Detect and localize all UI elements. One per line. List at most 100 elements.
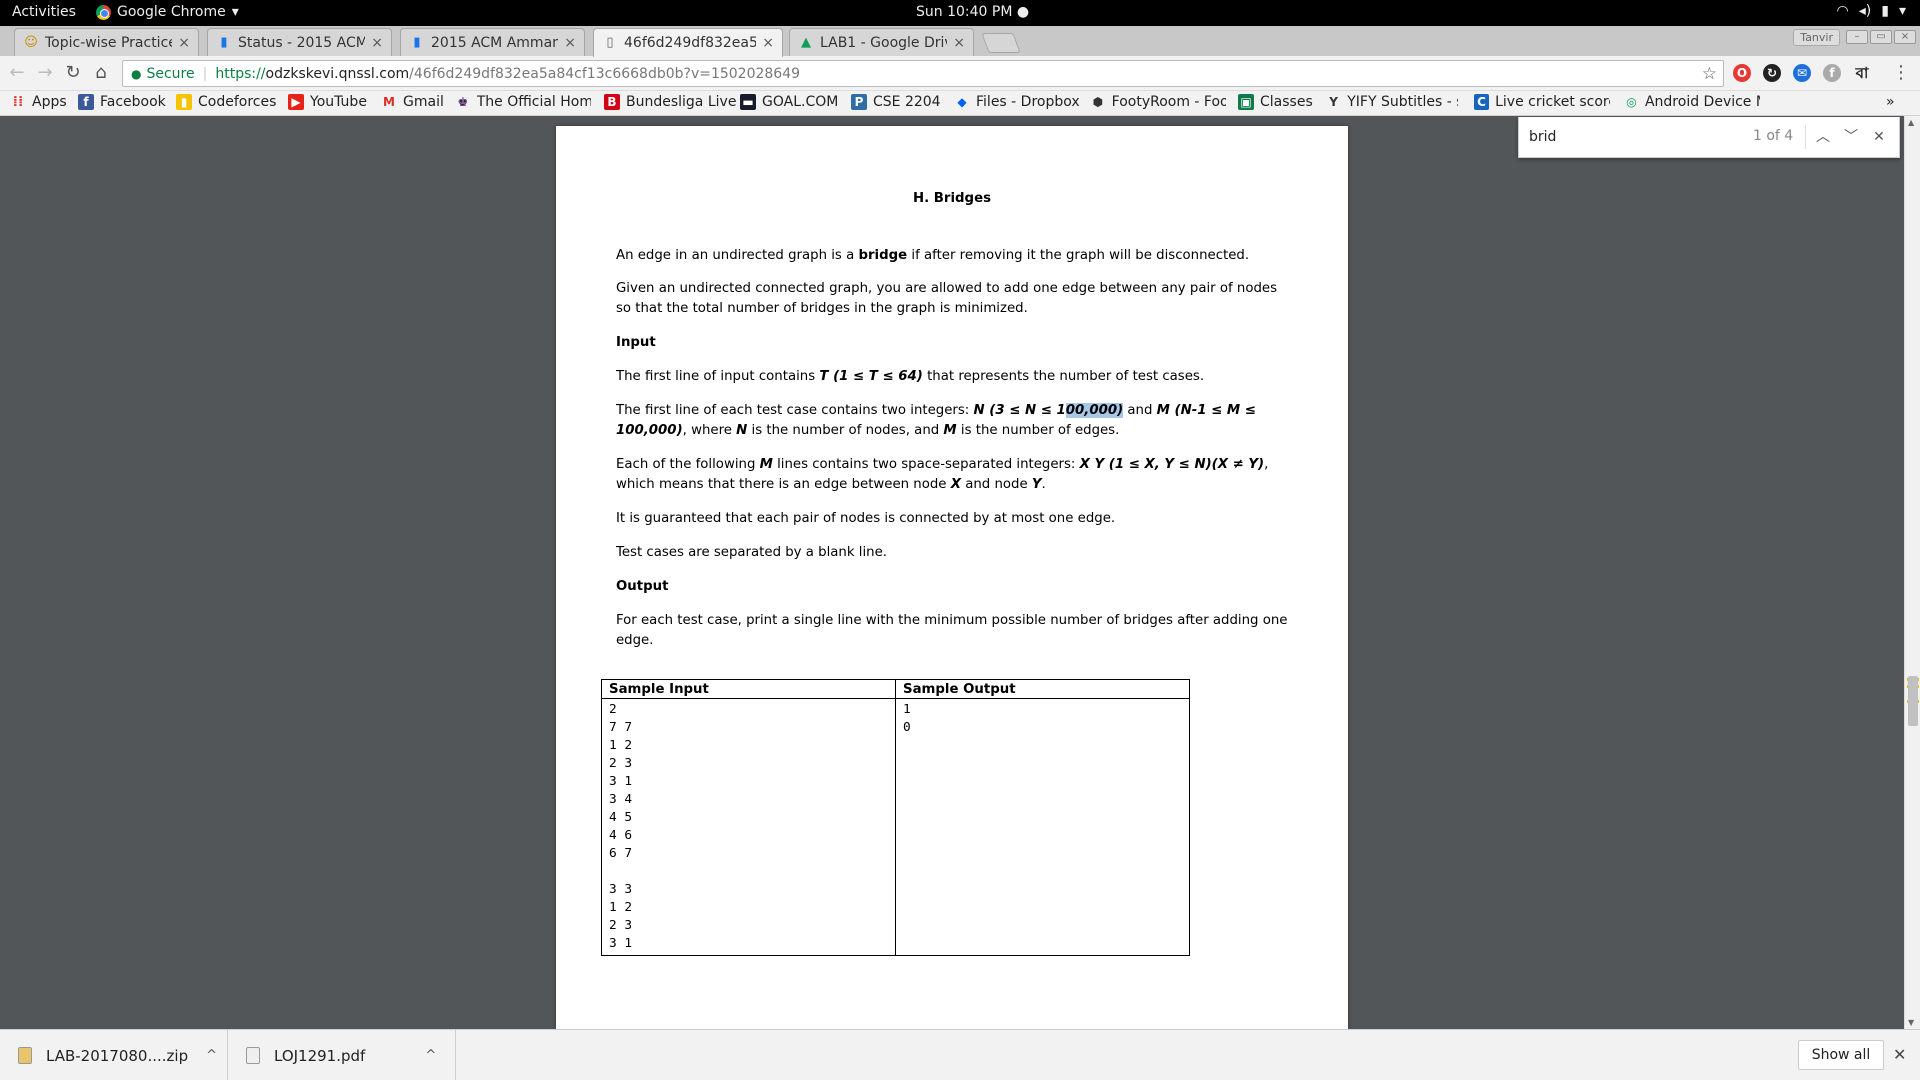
bookmark-android-device[interactable]: ◎ Android Device M: [1624, 94, 1760, 110]
chevron-up-icon[interactable]: ^: [206, 1048, 217, 1063]
download-item-zip[interactable]: LAB-2017080....zip ^: [0, 1030, 228, 1080]
chart-favicon-icon: ▮: [413, 34, 421, 50]
pdf-viewer[interactable]: H. Bridges An edge in an undirected grap…: [0, 116, 1904, 1029]
bookmark-label: CSE 2204: [873, 94, 941, 110]
problem-title: H. Bridges: [912, 191, 992, 206]
bookmark-label: FootyRoom - Foo: [1111, 94, 1226, 110]
download-filename: LOJ1291.pdf: [274, 1046, 366, 1065]
reload-icon[interactable]: ↻: [62, 62, 84, 84]
chrome-menu-icon[interactable]: ⋮: [1890, 62, 1912, 84]
bookmark-official-home[interactable]: ♚ The Official Hom: [455, 94, 591, 110]
close-tab-icon[interactable]: ×: [953, 35, 965, 51]
power-caret-icon: ▾: [1898, 3, 1906, 19]
bookmark-label: The Official Hom: [476, 94, 591, 110]
close-window-button[interactable]: ×: [1894, 30, 1916, 44]
bookmark-label: YouTube: [310, 94, 367, 110]
paragraph-n-m: The first line of each test case contain…: [616, 403, 1256, 438]
address-bar[interactable]: ● Secure | https://odzkskevi.qnssl.com/4…: [122, 60, 1724, 87]
system-top-bar: Activities Google Chrome ▾ Sun 10:40 PM …: [0, 0, 1920, 26]
tab-pdf-document[interactable]: ▯ 46f6d249df832ea5 ×: [593, 28, 783, 57]
avro-keyboard-extension-icon[interactable]: বা: [1853, 64, 1871, 82]
bookmark-cricket[interactable]: C Live cricket score: [1474, 94, 1610, 110]
bookmark-label: Classes: [1260, 94, 1313, 110]
paragraph-separator: Test cases are separated by a blank line…: [616, 545, 888, 560]
facebook-icon: f: [78, 94, 94, 110]
tab-status-acm[interactable]: ▮ Status - 2015 ACM ×: [207, 28, 392, 56]
close-shelf-icon[interactable]: ✕: [1893, 1045, 1906, 1064]
activities-button[interactable]: Activities: [12, 4, 76, 20]
scroll-up-icon[interactable]: ▲: [1908, 118, 1914, 127]
paragraph-problem-statement: Given an undirected connected graph, you…: [616, 281, 1278, 316]
disabled-extension-icon[interactable]: f: [1823, 64, 1841, 82]
sample-table: Sample Input Sample Output 2 7 7 1 2 2 3…: [601, 679, 1190, 956]
bookmark-yify[interactable]: Y YIFY Subtitles - s: [1326, 94, 1458, 110]
system-tray[interactable]: ◠ ◂) ▮ ▾: [1837, 3, 1906, 19]
find-previous-icon[interactable]: ︿: [1812, 126, 1834, 148]
clock[interactable]: Sun 10:40 PM ●: [916, 4, 1029, 20]
close-tab-icon[interactable]: ×: [564, 35, 576, 51]
show-all-downloads-button[interactable]: Show all: [1798, 1040, 1884, 1070]
messenger-extension-icon[interactable]: ✉: [1793, 64, 1811, 82]
volume-icon: ◂): [1858, 3, 1872, 19]
paragraph-test-cases: The first line of input contains T (1 ≤ …: [616, 369, 1205, 384]
bookmark-label: Bundesliga Live: [626, 94, 737, 110]
bookmark-classes[interactable]: ▣ Classes: [1238, 94, 1313, 110]
opera-vpn-extension-icon[interactable]: O: [1733, 64, 1751, 82]
home-icon[interactable]: ⌂: [90, 62, 112, 84]
url-host: odzkskevi.qnssl.com: [265, 65, 410, 82]
bookmark-footyroom[interactable]: ⬢ FootyRoom - Foo: [1090, 94, 1226, 110]
close-tab-icon[interactable]: ×: [371, 35, 383, 51]
back-icon[interactable]: ←: [6, 62, 28, 84]
minimize-button[interactable]: –: [1846, 30, 1868, 44]
gmail-icon: M: [383, 95, 395, 109]
bookmark-cse-2204[interactable]: P CSE 2204: [851, 94, 941, 110]
tab-label: Status - 2015 ACM: [238, 34, 366, 51]
download-item-pdf[interactable]: LOJ1291.pdf ^: [228, 1030, 456, 1080]
lock-icon: ●: [131, 66, 142, 81]
chevron-up-icon[interactable]: ^: [425, 1048, 436, 1063]
vertical-scrollbar[interactable]: ▲ ▼: [1904, 116, 1920, 1029]
bookmark-codeforces[interactable]: ▮ Codeforces: [176, 94, 276, 110]
bookmark-bundesliga[interactable]: B Bundesliga Live: [604, 94, 736, 110]
download-shelf: LAB-2017080....zip ^ LOJ1291.pdf ^ Show …: [0, 1029, 1920, 1080]
find-input[interactable]: [1529, 126, 1729, 148]
tab-lab1-google-drive[interactable]: ▲ LAB1 - Google Driv ×: [789, 28, 974, 56]
forward-icon[interactable]: →: [34, 62, 56, 84]
paragraph-output: For each test case, print a single line …: [616, 613, 1288, 648]
bookmark-label: Apps: [32, 94, 67, 110]
download-filename: LAB-2017080....zip: [46, 1046, 189, 1065]
cricket-icon: C: [1474, 94, 1490, 110]
bookmark-apps[interactable]: ⁞⁞ Apps: [10, 94, 67, 110]
bookmark-gmail[interactable]: M Gmail: [381, 94, 444, 110]
tab-topic-wise-practice[interactable]: ☺ Topic-wise Practice ×: [14, 28, 199, 56]
bookmark-facebook[interactable]: f Facebook: [78, 94, 166, 110]
find-close-icon[interactable]: ✕: [1868, 126, 1890, 148]
bookmark-youtube[interactable]: ▶ YouTube: [288, 94, 367, 110]
scroll-down-icon[interactable]: ▼: [1908, 1018, 1914, 1027]
bookmark-star-icon[interactable]: ☆: [1702, 64, 1717, 84]
youtube-icon: ▶: [288, 94, 304, 110]
smiley-favicon-icon: ☺: [24, 34, 38, 50]
close-tab-icon[interactable]: ×: [178, 35, 190, 51]
close-tab-icon[interactable]: ×: [762, 35, 774, 51]
bookmarks-overflow-icon[interactable]: »: [1886, 94, 1895, 110]
bookmark-label: Files - Dropbox: [976, 94, 1080, 110]
android-device-icon: ◎: [1626, 95, 1637, 109]
tab-label: Topic-wise Practice: [45, 34, 173, 51]
app-menu[interactable]: Google Chrome ▾: [96, 4, 239, 20]
input-heading: Input: [616, 335, 656, 350]
new-tab-button[interactable]: [981, 33, 1021, 53]
maximize-button[interactable]: ▭: [1870, 30, 1892, 44]
premier-league-icon: ♚: [457, 95, 469, 109]
find-next-icon[interactable]: ﹀: [1840, 126, 1862, 148]
sample-input-header: Sample Input: [601, 679, 896, 699]
profile-button[interactable]: Tanvir: [1793, 29, 1840, 46]
tab-acm-amman[interactable]: ▮ 2015 ACM Amman ×: [400, 28, 585, 56]
sync-extension-icon[interactable]: ↻: [1763, 64, 1781, 82]
url-scheme: https://: [215, 65, 266, 82]
scrollbar-thumb[interactable]: [1908, 676, 1918, 726]
secure-label[interactable]: Secure: [146, 66, 194, 82]
bookmark-dropbox[interactable]: ◆ Files - Dropbox: [954, 94, 1080, 110]
bookmark-goal[interactable]: ▬ GOAL.COM: [740, 94, 838, 110]
bookmark-label: YIFY Subtitles - s: [1347, 94, 1458, 110]
